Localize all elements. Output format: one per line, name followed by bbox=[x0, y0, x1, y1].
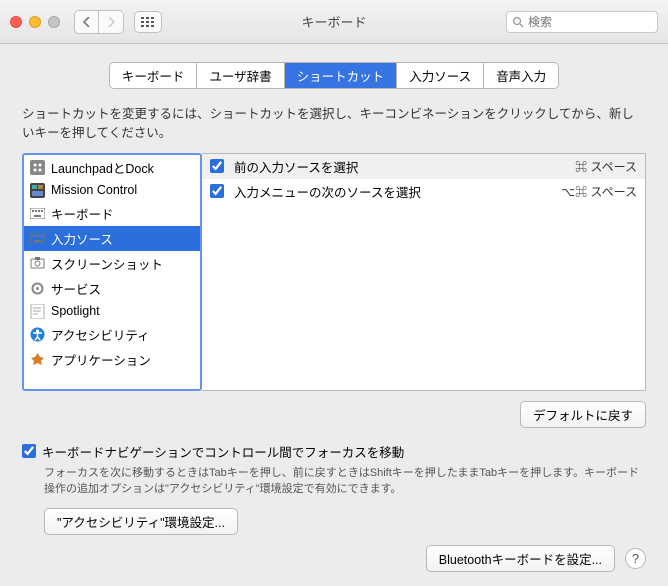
traffic-lights bbox=[10, 16, 60, 28]
shortcut-keys[interactable]: ⌘ スペース bbox=[575, 158, 637, 175]
accessibility-icon bbox=[30, 327, 45, 342]
shortcut-row[interactable]: 前の入力ソースを選択⌘ スペース bbox=[202, 154, 645, 179]
app-icon bbox=[30, 352, 45, 367]
minimize-button[interactable] bbox=[29, 16, 41, 28]
category-label: サービス bbox=[51, 279, 101, 298]
mission-icon bbox=[30, 183, 45, 198]
keyboard-nav-label: キーボードナビゲーションでコントロール間でフォーカスを移動 bbox=[42, 442, 404, 461]
instruction-text: ショートカットを変更するには、ショートカットを選択し、キーコンビネーションをクリ… bbox=[22, 105, 646, 143]
tab-3[interactable]: 入力ソース bbox=[397, 63, 484, 88]
show-all-button[interactable] bbox=[134, 11, 162, 33]
tab-2[interactable]: ショートカット bbox=[285, 63, 398, 88]
help-button[interactable]: ? bbox=[625, 548, 646, 569]
tab-4[interactable]: 音声入力 bbox=[484, 63, 558, 88]
shortcut-list[interactable]: 前の入力ソースを選択⌘ スペース入力メニューの次のソースを選択⌥⌘ スペース bbox=[202, 153, 646, 391]
restore-defaults-button[interactable]: デフォルトに戻す bbox=[520, 401, 646, 428]
nav-buttons bbox=[74, 10, 124, 34]
tab-bar: キーボードユーザ辞書ショートカット入力ソース音声入力 bbox=[22, 62, 646, 89]
category-item[interactable]: アプリケーション bbox=[24, 347, 200, 372]
category-item[interactable]: 入力ソース bbox=[24, 226, 200, 251]
category-label: スクリーンショット bbox=[51, 254, 163, 273]
category-item[interactable]: LaunchpadとDock bbox=[24, 155, 200, 180]
keyboard-nav-description: フォーカスを次に移動するときはTabキーを押し、前に戻すときはShiftキーを押… bbox=[44, 465, 646, 498]
shortcut-checkbox[interactable] bbox=[210, 159, 224, 173]
search-icon bbox=[512, 16, 524, 28]
back-button[interactable] bbox=[75, 11, 99, 33]
category-item[interactable]: アクセシビリティ bbox=[24, 322, 200, 347]
category-label: アプリケーション bbox=[51, 350, 151, 369]
category-label: Mission Control bbox=[51, 183, 137, 197]
gear-icon bbox=[30, 281, 45, 296]
category-label: Spotlight bbox=[51, 304, 100, 318]
category-item[interactable]: Spotlight bbox=[24, 301, 200, 322]
category-item[interactable]: キーボード bbox=[24, 201, 200, 226]
tab-0[interactable]: キーボード bbox=[110, 63, 198, 88]
category-item[interactable]: スクリーンショット bbox=[24, 251, 200, 276]
category-label: アクセシビリティ bbox=[51, 325, 150, 344]
category-list[interactable]: LaunchpadとDock Mission Control キーボード入力ソースス… bbox=[22, 153, 202, 391]
shortcut-label: 入力メニューの次のソースを選択 bbox=[234, 182, 561, 201]
forward-button[interactable] bbox=[99, 11, 123, 33]
bluetooth-keyboard-button[interactable]: Bluetoothキーボードを設定... bbox=[426, 545, 615, 572]
keyboard-icon bbox=[30, 206, 45, 221]
category-item[interactable]: Mission Control bbox=[24, 180, 200, 201]
category-item[interactable]: サービス bbox=[24, 276, 200, 301]
search-input[interactable] bbox=[528, 15, 652, 29]
category-label: 入力ソース bbox=[51, 229, 113, 248]
keyboard-icon bbox=[30, 231, 45, 246]
tab-1[interactable]: ユーザ辞書 bbox=[197, 63, 284, 88]
titlebar: キーボード bbox=[0, 0, 668, 44]
shortcut-checkbox[interactable] bbox=[210, 184, 224, 198]
keyboard-nav-checkbox-row: キーボードナビゲーションでコントロール間でフォーカスを移動 bbox=[22, 442, 646, 461]
close-button[interactable] bbox=[10, 16, 22, 28]
accessibility-prefs-button[interactable]: "アクセシビリティ"環境設定... bbox=[44, 508, 238, 535]
zoom-button bbox=[48, 16, 60, 28]
search-field[interactable] bbox=[506, 11, 658, 33]
shortcut-label: 前の入力ソースを選択 bbox=[234, 157, 575, 176]
category-label: LaunchpadとDock bbox=[51, 158, 154, 177]
screenshot-icon bbox=[30, 256, 45, 271]
window-title: キーボード bbox=[301, 12, 366, 31]
shortcut-row[interactable]: 入力メニューの次のソースを選択⌥⌘ スペース bbox=[202, 179, 645, 204]
keyboard-nav-checkbox[interactable] bbox=[22, 444, 36, 458]
launchpad-icon bbox=[30, 160, 45, 175]
spotlight-icon bbox=[30, 304, 45, 319]
category-label: キーボード bbox=[51, 204, 114, 223]
shortcut-keys[interactable]: ⌥⌘ スペース bbox=[561, 183, 637, 200]
